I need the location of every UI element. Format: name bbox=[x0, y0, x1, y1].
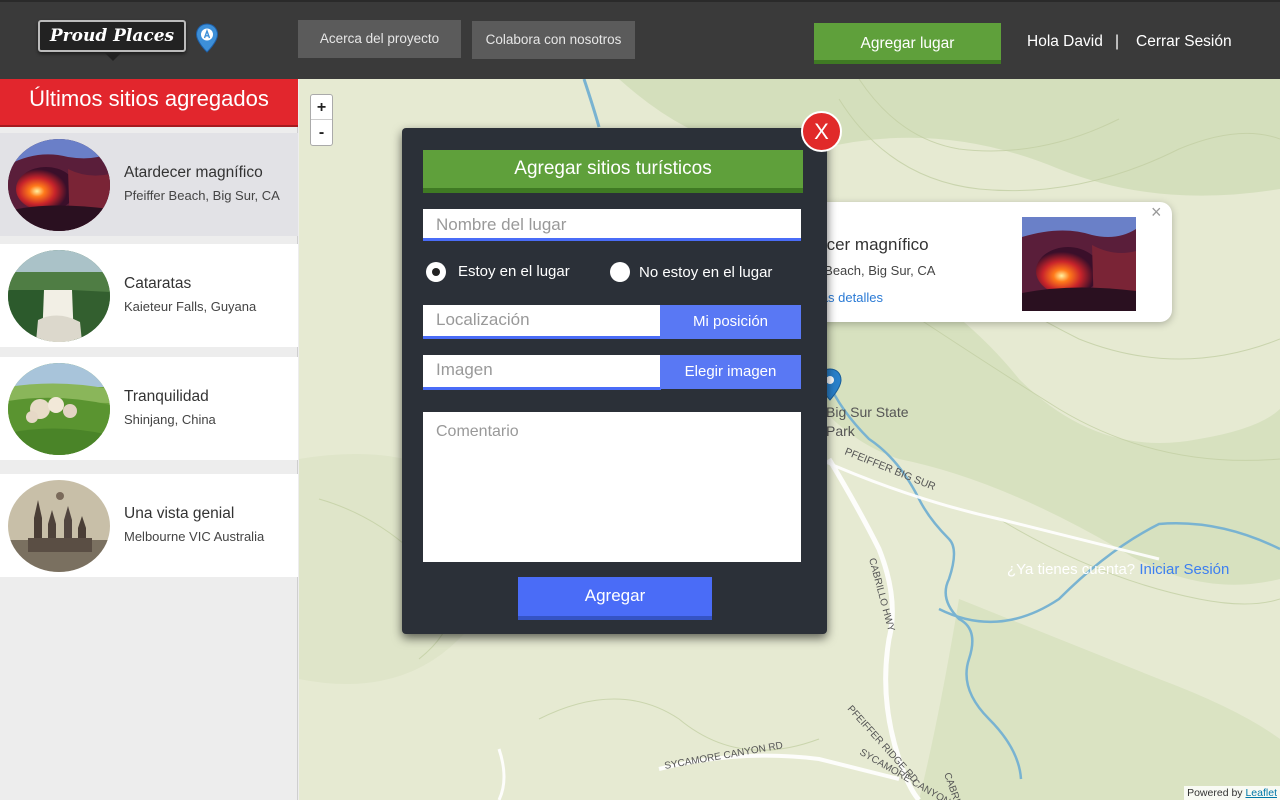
login-prompt: ¿Ya tienes cuenta? Iniciar Sesión bbox=[1007, 561, 1229, 578]
header-separator: | bbox=[1115, 33, 1120, 50]
radio-not-here-label: No estoy en el lugar bbox=[639, 264, 773, 281]
choose-image-button[interactable]: Elegir imagen bbox=[660, 355, 801, 389]
location-pin-icon bbox=[195, 23, 219, 53]
logo[interactable]: Proud Places bbox=[38, 20, 186, 52]
nav-collaborate-button[interactable]: Colabora con nosotros bbox=[472, 21, 635, 59]
site-location: Kaieteur Falls, Guyana bbox=[124, 299, 257, 314]
zoom-in-button[interactable]: + bbox=[311, 95, 332, 120]
site-item-sunset[interactable]: Atardecer magnífico Pfeiffer Beach, Big … bbox=[0, 133, 298, 236]
add-place-button[interactable]: Agregar lugar bbox=[814, 23, 1001, 64]
radio-here[interactable] bbox=[426, 262, 446, 282]
site-location: Pfeiffer Beach, Big Sur, CA bbox=[124, 188, 280, 203]
map-popup: rdecer magnífico ffer Beach, Big Sur, CA… bbox=[800, 202, 1172, 322]
site-name: Una vista genial bbox=[124, 505, 235, 522]
top-header: Proud Places Acerca del proyecto Colabor… bbox=[0, 0, 1280, 79]
site-thumbnail bbox=[8, 250, 110, 342]
attribution-text: Powered by bbox=[1187, 787, 1243, 799]
sidebar-title: Últimos sitios agregados bbox=[0, 79, 298, 127]
zoom-out-button[interactable]: - bbox=[311, 120, 332, 145]
recent-sites-sidebar: Últimos sitios agregados Atardecer magní… bbox=[0, 79, 298, 800]
login-prompt-text: ¿Ya tienes cuenta? bbox=[1007, 561, 1136, 578]
map-label-park: Big Sur State bbox=[826, 404, 909, 420]
logo-tail bbox=[104, 52, 122, 61]
my-position-button[interactable]: Mi posición bbox=[660, 305, 801, 339]
login-link[interactable]: Iniciar Sesión bbox=[1139, 561, 1229, 578]
radio-not-here[interactable] bbox=[610, 262, 630, 282]
site-name: Tranquilidad bbox=[124, 388, 209, 405]
site-thumbnail bbox=[8, 363, 110, 455]
site-location: Melbourne VIC Australia bbox=[124, 529, 265, 544]
site-name: Cataratas bbox=[124, 275, 192, 292]
user-greeting: Hola David bbox=[1027, 33, 1103, 50]
map-label-park: Park bbox=[826, 423, 856, 439]
site-thumbnail bbox=[8, 480, 110, 572]
popup-close-icon[interactable]: × bbox=[1151, 202, 1162, 223]
place-name-input[interactable]: Nombre del lugar bbox=[423, 209, 801, 241]
image-input[interactable]: Imagen bbox=[423, 355, 661, 390]
site-name: Atardecer magnífico bbox=[124, 164, 263, 181]
logout-link[interactable]: Cerrar Sesión bbox=[1136, 33, 1232, 51]
comment-textarea[interactable]: Comentario bbox=[423, 412, 801, 562]
nav-about-button[interactable]: Acerca del proyecto bbox=[298, 20, 461, 58]
radio-here-label: Estoy en el lugar bbox=[458, 263, 570, 280]
site-thumbnail bbox=[8, 139, 110, 231]
site-item-great-view[interactable]: Una vista genial Melbourne VIC Australia bbox=[0, 474, 298, 577]
site-item-tranquility[interactable]: Tranquilidad Shinjang, China bbox=[0, 357, 298, 460]
map-attribution: Powered by Leaflet bbox=[1184, 786, 1280, 800]
popup-image bbox=[1022, 217, 1136, 311]
submit-add-button[interactable]: Agregar bbox=[518, 577, 712, 620]
site-location: Shinjang, China bbox=[124, 412, 216, 427]
map-zoom-control: + - bbox=[310, 94, 333, 146]
location-input[interactable]: Localización bbox=[423, 305, 661, 339]
modal-close-button[interactable]: X bbox=[801, 111, 842, 152]
modal-title: Agregar sitios turísticos bbox=[423, 150, 803, 193]
site-item-waterfall[interactable]: Cataratas Kaieteur Falls, Guyana bbox=[0, 244, 298, 347]
leaflet-link[interactable]: Leaflet bbox=[1245, 787, 1277, 799]
